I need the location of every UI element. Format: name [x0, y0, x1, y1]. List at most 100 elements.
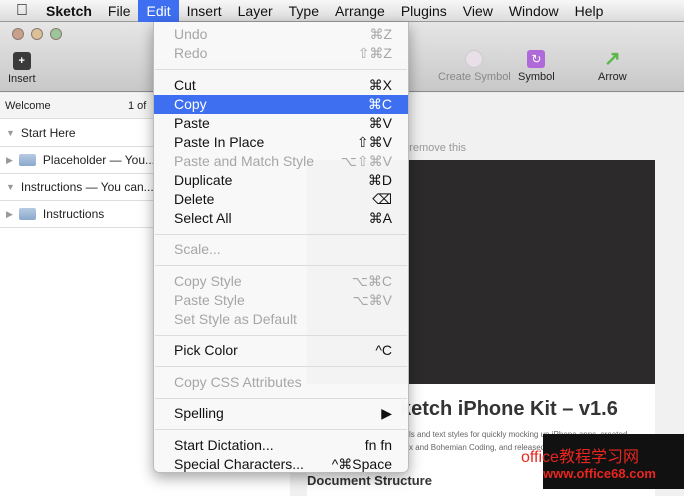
watermark-line-2: www.office68.com [543, 466, 656, 481]
menu-item-label: Cut [174, 76, 196, 93]
arrow-label: Arrow [598, 71, 627, 83]
symbol-label: Symbol [518, 71, 555, 83]
kit-title: ketch iPhone Kit – v1.6 [400, 398, 618, 420]
shortcut: ⌥⌘C [351, 272, 392, 289]
menu-item-paste-and-match-style[interactable]: Paste and Match Style ⌥⇧⌘V [154, 152, 408, 171]
disclosure-open-icon[interactable]: ▼ [6, 128, 15, 138]
close-window-button[interactable] [12, 28, 24, 40]
shortcut: ⌘V [368, 114, 392, 131]
menu-edit[interactable]: Edit [138, 0, 179, 22]
minimize-window-button[interactable] [31, 28, 43, 40]
menu-item-delete[interactable]: Delete ⌫ [154, 190, 408, 209]
menu-file[interactable]: File [100, 0, 139, 22]
menu-item-copy-css-attributes[interactable]: Copy CSS Attributes [154, 373, 408, 392]
zoom-window-button[interactable] [50, 28, 62, 40]
menu-item-duplicate[interactable]: Duplicate ⌘D [154, 171, 408, 190]
menu-plugins[interactable]: Plugins [393, 0, 455, 22]
menu-bar:  SketchFileEditInsertLayerTypeArrangePl… [0, 0, 684, 22]
menu-item-label: Copy CSS Attributes [174, 373, 302, 390]
menu-item-label: Select All [174, 209, 232, 226]
menu-separator [155, 366, 407, 367]
menu-item-cut[interactable]: Cut ⌘X [154, 76, 408, 95]
create-symbol-icon [465, 50, 484, 68]
menu-item-copy[interactable]: Copy ⌘C [154, 94, 408, 114]
canvas-hint-text: n remove this [400, 142, 467, 154]
menu-item-redo[interactable]: Redo ⇧⌘Z [154, 44, 408, 63]
menu-separator [155, 397, 407, 399]
disclosure-closed-icon[interactable]: ▶ [6, 209, 13, 220]
shortcut: fn fn [364, 436, 392, 453]
menu-item-label: Paste In Place [174, 133, 265, 150]
shortcut: ⌘C [367, 95, 392, 112]
menu-item-label: Copy Style [174, 272, 242, 289]
menu-insert[interactable]: Insert [179, 0, 230, 22]
shortcut: ⇧⌘Z [357, 45, 392, 61]
layer-name: Instructions [42, 207, 105, 221]
menu-item-label: Delete [174, 190, 215, 207]
shortcut: ^C [375, 342, 392, 358]
menu-type[interactable]: Type [281, 0, 327, 22]
menu-item-label: Spelling [174, 405, 224, 421]
menu-item-label: Pick Color [174, 342, 238, 358]
create-symbol-button[interactable]: Create Symbol [438, 50, 511, 83]
section-heading: Document Structure [307, 473, 432, 488]
layer-name: Placeholder — You... [42, 153, 155, 167]
layer-name: Instructions — You can... [20, 180, 154, 194]
menu-separator [155, 429, 407, 430]
menu-arrange[interactable]: Arrange [327, 0, 393, 22]
page-count: 1 of [128, 99, 147, 112]
menu-item-pick-color[interactable]: Pick Color ^C [154, 341, 408, 360]
menu-help[interactable]: Help [567, 0, 612, 22]
menu-item-paste[interactable]: Paste ⌘V [154, 114, 408, 133]
watermark-line-1: office教程学习网 [521, 449, 639, 466]
shortcut: ^⌘Space [331, 455, 392, 472]
shortcut: ⌥⇧⌘V [340, 152, 392, 169]
menu-item-label: Redo [174, 45, 208, 61]
menu-item-undo[interactable]: Undo ⌘Z [154, 25, 408, 44]
shortcut: ⌘D [367, 171, 392, 188]
menu-item-label: Scale... [174, 241, 221, 257]
symbol-button[interactable]: ↻ Symbol [518, 50, 555, 83]
plus-icon: + [12, 52, 31, 70]
menu-view[interactable]: View [455, 0, 501, 22]
menu-separator [155, 233, 407, 235]
insert-button[interactable]: + Insert [8, 52, 36, 85]
shortcut: ⌫ [372, 190, 392, 207]
arrow-icon: ↗ [603, 48, 621, 70]
folder-icon [18, 154, 36, 166]
page-name: Welcome [5, 99, 51, 112]
menu-sketch[interactable]: Sketch [38, 0, 100, 22]
menu-item-label: Copy [174, 95, 207, 112]
shortcut: ⇧⌘V [356, 133, 392, 150]
create-symbol-label: Create Symbol [438, 71, 511, 83]
disclosure-closed-icon[interactable]: ▶ [6, 155, 13, 166]
menu-item-label: Start Dictation... [174, 436, 274, 453]
apple-icon[interactable]:  [0, 0, 38, 22]
shortcut: ⌥⌘V [352, 291, 392, 308]
insert-label: Insert [8, 73, 36, 85]
edit-menu: Undo ⌘Z Redo ⇧⌘Z Cut ⌘X Copy ⌘C Paste ⌘V Paste In … [153, 22, 409, 473]
menu-item-start-dictation[interactable]: Start Dictation... fn fn [154, 436, 408, 455]
submenu-arrow-icon: ▶ [381, 405, 392, 421]
menu-separator [155, 334, 407, 336]
menu-separator [155, 69, 407, 70]
menu-layer[interactable]: Layer [230, 0, 281, 22]
menu-item-select-all[interactable]: Select All ⌘A [154, 209, 408, 228]
arrow-button[interactable]: ↗ Arrow [598, 48, 627, 83]
menu-item-special-characters[interactable]: Special Characters... ^⌘Space [154, 455, 408, 474]
menu-item-label: Paste and Match Style [174, 152, 315, 169]
watermark: office教程学习网 www.office68.com [521, 434, 684, 489]
menu-separator [155, 265, 407, 266]
menu-item-spelling[interactable]: Spelling ▶ [154, 404, 408, 423]
menu-item-copy-style[interactable]: Copy Style ⌥⌘C [154, 272, 408, 291]
disclosure-open-icon[interactable]: ▼ [6, 182, 15, 192]
shortcut: ⌘Z [369, 26, 392, 42]
folder-icon [18, 208, 36, 220]
menu-item-label: Undo [174, 26, 208, 42]
menu-item-set-style-as-default[interactable]: Set Style as Default [154, 310, 408, 329]
menu-item-paste-style[interactable]: Paste Style ⌥⌘V [154, 291, 408, 310]
menu-item-paste-in-place[interactable]: Paste In Place ⇧⌘V [154, 133, 408, 152]
menu-item-scale[interactable]: Scale... [154, 240, 408, 259]
menu-window[interactable]: Window [501, 0, 567, 22]
shortcut: ⌘X [368, 76, 392, 93]
